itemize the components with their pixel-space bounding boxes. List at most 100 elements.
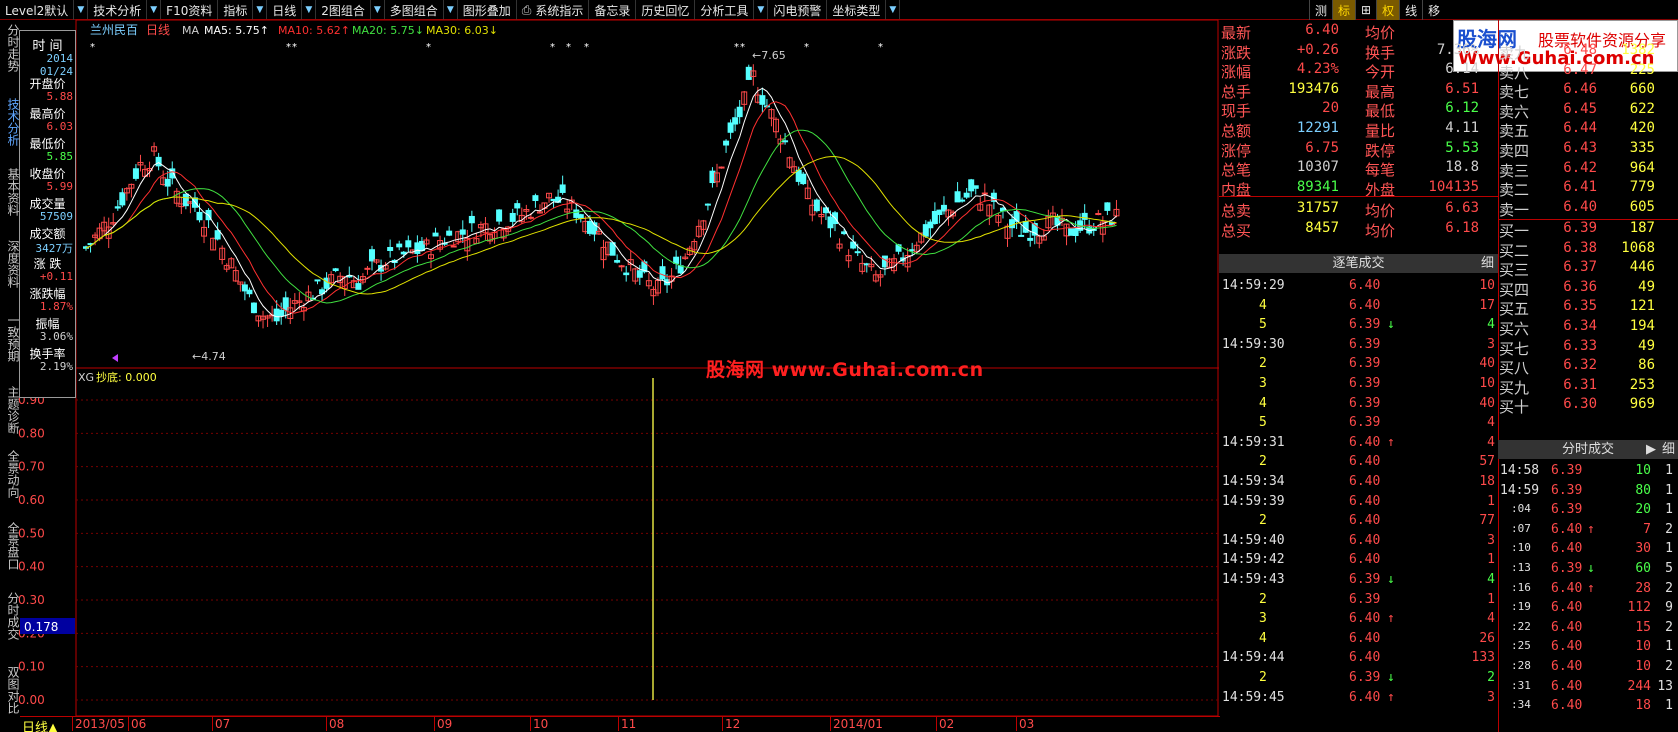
minute-count: 1 bbox=[1665, 639, 1673, 655]
chevron-down-icon[interactable]: ▼ bbox=[444, 0, 458, 19]
tick-volume: 4 bbox=[1487, 572, 1495, 587]
toolbar-layout-button[interactable]: Level2默认 bbox=[0, 0, 75, 20]
minute-price: 6.40 bbox=[1551, 698, 1583, 714]
candle-body bbox=[514, 203, 521, 209]
toolbar-overlay[interactable]: 图形叠加 bbox=[458, 0, 517, 20]
toolbar-multichart[interactable]: 多图组合 bbox=[385, 0, 444, 20]
quote-value: 6.14 bbox=[1445, 61, 1479, 78]
tab-dual-compare[interactable]: 双图对比 bbox=[1, 666, 20, 714]
tick-volume: 4 bbox=[1487, 611, 1495, 627]
tick-price: 6.39 bbox=[1349, 415, 1381, 431]
signal-marker: * bbox=[550, 42, 555, 53]
quote-label: 量比 bbox=[1365, 122, 1396, 140]
tab-panorama-book[interactable]: 全景盘口 bbox=[1, 522, 20, 570]
minute-volume: 60 bbox=[1635, 561, 1651, 576]
pointer-icon bbox=[112, 354, 118, 362]
minute-time: :25 bbox=[1511, 639, 1531, 653]
toolbar-flash-alert[interactable]: 闪电预警 bbox=[768, 0, 828, 20]
y-tick-label: 0.00 bbox=[18, 693, 45, 707]
quote-value: +0.26 bbox=[1296, 41, 1339, 58]
tick-time: 4 bbox=[1259, 297, 1267, 313]
ask-label: 卖二 bbox=[1499, 181, 1530, 200]
x-tick-label: 11 bbox=[618, 717, 636, 731]
ask-label: 卖七 bbox=[1499, 83, 1530, 102]
arrow-up-icon: ↑ bbox=[1387, 689, 1395, 705]
chevron-down-icon[interactable]: ▼ bbox=[302, 0, 317, 19]
minute-price: 6.40 bbox=[1551, 678, 1583, 694]
minute-detail-button[interactable]: 细 bbox=[1662, 440, 1675, 459]
minute-volume: 28 bbox=[1635, 580, 1651, 596]
candle-body bbox=[981, 192, 988, 195]
tab-basic-info[interactable]: 基本资料 bbox=[1, 168, 20, 216]
x-tick-label: 10 bbox=[530, 717, 548, 731]
chevron-down-icon[interactable]: ▼ bbox=[253, 0, 268, 19]
toolbar-tech-analysis[interactable]: 技术分析 bbox=[88, 0, 148, 20]
tick-volume: 77 bbox=[1479, 513, 1495, 529]
quote-value: 31757 bbox=[1296, 200, 1339, 217]
bid-volume: 446 bbox=[1629, 259, 1655, 276]
chevron-down-icon[interactable]: ▼ bbox=[754, 0, 769, 19]
tick-detail-button[interactable]: 细 bbox=[1481, 254, 1494, 273]
tab-minute-deals[interactable]: 分时成交 bbox=[1, 592, 20, 640]
chevron-down-icon[interactable]: ▼ bbox=[74, 0, 89, 19]
tab-diagnosis[interactable]: 主题诊断 bbox=[1, 386, 20, 434]
period-label: 日线 bbox=[146, 23, 170, 37]
tick-price: 6.40 bbox=[1349, 454, 1381, 470]
toolbar-2chart[interactable]: 2图组合 bbox=[316, 0, 371, 20]
quote-value: 7.36% bbox=[1436, 41, 1479, 58]
tab-panorama[interactable]: 全景动向 bbox=[1, 450, 20, 498]
grid-icon[interactable]: ⊞ bbox=[1355, 0, 1376, 20]
quote-label: 最新 bbox=[1221, 24, 1252, 42]
play-icon[interactable]: ▶ bbox=[1646, 440, 1656, 459]
candle-body bbox=[854, 251, 861, 254]
toolbar-rights[interactable]: 权 bbox=[1376, 0, 1400, 20]
kline-chart[interactable]: 兰州民百 日线 MA MA5: 5.75↑ MA10: 5.62↑ MA20: 5.75↓… bbox=[18, 19, 1219, 717]
tick-volume: 4 bbox=[1487, 415, 1495, 431]
toolbar-history[interactable]: 历史回忆 bbox=[636, 0, 696, 20]
chevron-down-icon[interactable]: ▼ bbox=[371, 0, 385, 19]
info-value: +0.11 bbox=[39, 270, 73, 283]
candle-body bbox=[400, 251, 407, 255]
candle-body bbox=[1095, 213, 1102, 216]
minute-volume: 10 bbox=[1635, 659, 1651, 674]
signal-marker: * bbox=[740, 42, 745, 53]
chevron-down-icon[interactable]: ▼ bbox=[886, 0, 901, 19]
bid-label: 买三 bbox=[1499, 261, 1530, 280]
x-tick-label: 02 bbox=[936, 717, 954, 731]
bid-volume: 194 bbox=[1629, 318, 1655, 334]
chevron-down-icon[interactable]: ▼ bbox=[147, 0, 162, 19]
tab-tech-analysis[interactable]: 技术分析 bbox=[1, 98, 20, 146]
ma-legend: MA30: 6.03↓ bbox=[426, 24, 498, 37]
toolbar-line[interactable]: 线 bbox=[1399, 0, 1422, 20]
lock-icon: ⎙ bbox=[521, 2, 532, 17]
info-value: 1.87% bbox=[39, 300, 73, 313]
toolbar-system-hint[interactable]: ⎙ 系统指示 bbox=[517, 0, 590, 20]
toolbar-move[interactable]: 移 bbox=[1422, 0, 1445, 20]
period-tab[interactable]: 日线▲ bbox=[22, 717, 58, 732]
tab-consensus[interactable]: 一致预期 bbox=[1, 314, 20, 362]
toolbar-mark[interactable]: 标 bbox=[1332, 0, 1356, 20]
toolbar-f10[interactable]: F10资料 bbox=[161, 0, 219, 20]
tick-volume: 26 bbox=[1479, 630, 1495, 646]
tab-intraday[interactable]: 分时走势 bbox=[1, 24, 20, 72]
ask-price: 6.48 bbox=[1563, 42, 1597, 58]
x-tick-label: 2014/01 bbox=[830, 717, 883, 731]
toolbar-analysis-tools[interactable]: 分析工具 bbox=[695, 0, 755, 20]
tick-price: 6.40 bbox=[1349, 650, 1381, 666]
toolbar-memo[interactable]: 备忘录 bbox=[589, 0, 637, 20]
toolbar-indicator[interactable]: 指标 bbox=[218, 0, 254, 20]
tick-volume: 40 bbox=[1479, 395, 1495, 411]
ask-price: 6.42 bbox=[1563, 159, 1597, 176]
candle-body bbox=[509, 212, 516, 222]
tick-time: 5 bbox=[1259, 317, 1267, 333]
toolbar-period[interactable]: 日线 bbox=[267, 0, 303, 20]
signal-marker: * bbox=[90, 42, 95, 53]
quote-label: 换手 bbox=[1365, 43, 1396, 62]
y-tick-label: 0.50 bbox=[18, 526, 45, 540]
toolbar-coord-type[interactable]: 坐标类型 bbox=[827, 0, 887, 20]
toolbar-measure[interactable]: 测 bbox=[1309, 0, 1332, 20]
ma-legend: MA20: 5.75↓ bbox=[352, 24, 424, 37]
quote-label: 总额 bbox=[1221, 122, 1252, 140]
tab-deep-info[interactable]: 深度资料 bbox=[1, 240, 20, 288]
candle-body bbox=[1018, 234, 1025, 237]
